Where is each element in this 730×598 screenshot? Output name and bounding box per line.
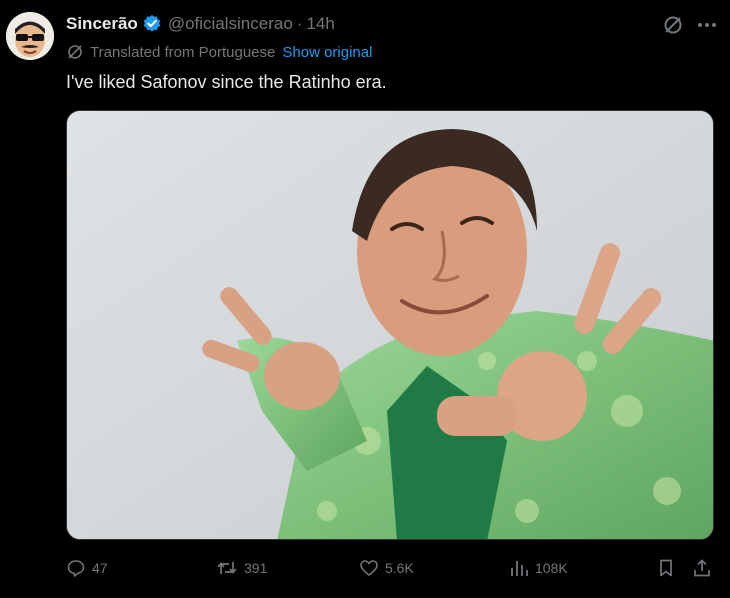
reply-button[interactable]: 47 (66, 558, 108, 578)
repost-icon (216, 558, 238, 578)
repost-button[interactable]: 391 (216, 558, 267, 578)
grok-icon[interactable] (662, 14, 684, 36)
tweet-text: I've liked Safonov since the Ratinho era… (66, 72, 387, 92)
avatar[interactable] (6, 12, 54, 60)
display-name[interactable]: Sincerão (66, 14, 138, 34)
views-button[interactable]: 108K (509, 558, 568, 578)
avatar-image (6, 12, 54, 60)
more-options-icon[interactable] (696, 14, 718, 36)
verified-badge-icon[interactable] (142, 14, 162, 34)
share-button[interactable] (692, 558, 712, 578)
bookmark-icon (656, 558, 676, 578)
separator-dot: · (296, 14, 303, 33)
share-icon (692, 558, 712, 578)
translation-bar: Translated from Portuguese Show original (66, 43, 372, 61)
handle[interactable]: @oficialsincerao (168, 14, 293, 34)
tweet-media-photo[interactable] (66, 110, 714, 540)
tweet-header: Sincerão @oficialsincerao · 14h (66, 12, 335, 36)
photo-illustration (67, 111, 713, 539)
like-count: 5.6K (385, 560, 414, 576)
repost-count: 391 (244, 560, 268, 576)
translate-icon (66, 43, 84, 61)
tweet-action-bar: 47 391 5.6K 108K (66, 558, 716, 582)
reply-count: 47 (92, 560, 108, 576)
show-original-link[interactable]: Show original (282, 44, 372, 61)
reply-icon (66, 558, 86, 578)
tweet-top-actions (662, 14, 718, 36)
like-button[interactable]: 5.6K (359, 558, 414, 578)
bookmark-button[interactable] (656, 558, 676, 578)
views-count: 108K (535, 560, 568, 576)
translated-label: Translated from Portuguese (90, 43, 276, 61)
heart-icon (359, 558, 379, 578)
timestamp[interactable]: 14h (306, 14, 334, 34)
views-icon (509, 558, 529, 578)
